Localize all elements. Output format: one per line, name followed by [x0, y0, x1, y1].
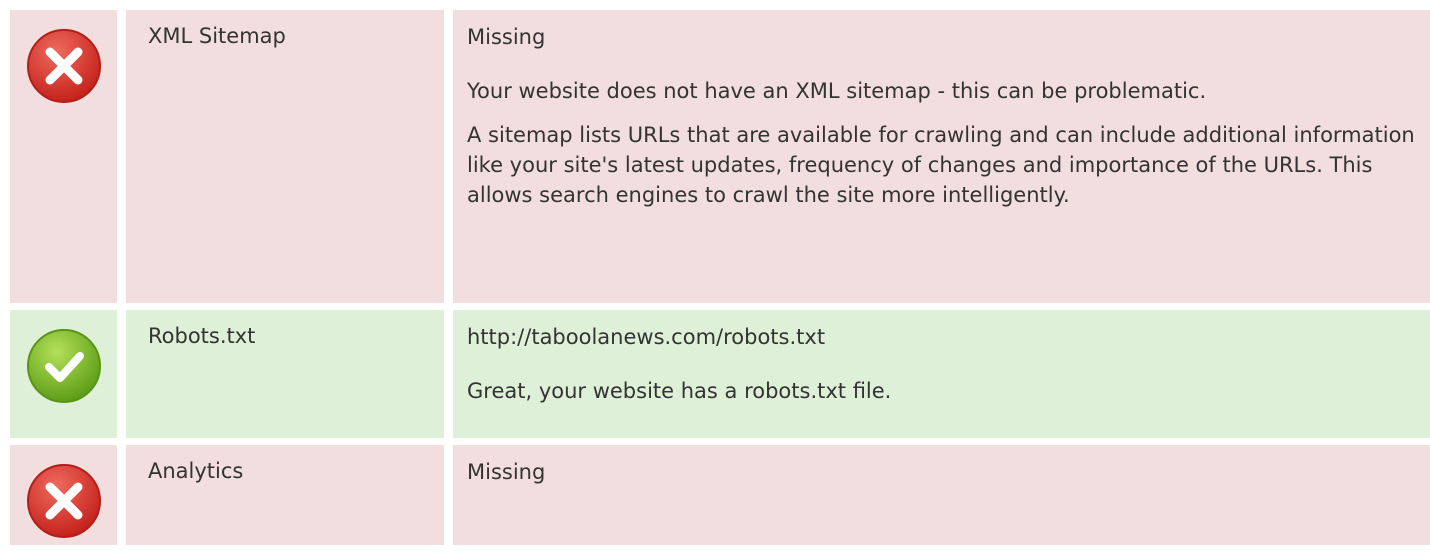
seo-check-table: XML Sitemap Missing Your website does no… [10, 10, 1430, 552]
success-check-icon [26, 329, 101, 403]
robots-url-link[interactable]: http://taboolanews.com/robots.txt [467, 324, 1430, 360]
check-name: Analytics [126, 445, 444, 545]
check-explanation: A sitemap lists URLs that are available … [467, 123, 1415, 207]
check-row-xml-sitemap: XML Sitemap Missing Your website does no… [10, 10, 1430, 303]
status-cell [10, 10, 117, 303]
check-row-analytics: Analytics Missing [10, 445, 1430, 545]
check-name: Robots.txt [126, 310, 444, 438]
check-details: Missing [453, 445, 1430, 545]
check-result: Missing [467, 25, 546, 49]
check-description: Your website does not have an XML sitema… [467, 79, 1207, 103]
check-name: XML Sitemap [126, 10, 444, 303]
check-details: http://taboolanews.com/robots.txt Great,… [453, 310, 1430, 438]
check-row-robots-txt: Robots.txt http://taboolanews.com/robots… [10, 310, 1430, 438]
status-cell [10, 310, 117, 438]
error-x-icon [26, 464, 101, 538]
check-result: Missing [467, 460, 546, 484]
check-details: Missing Your website does not have an XM… [453, 10, 1430, 303]
error-x-icon [26, 29, 101, 103]
check-description: Great, your website has a robots.txt fil… [467, 379, 892, 403]
status-cell [10, 445, 117, 545]
